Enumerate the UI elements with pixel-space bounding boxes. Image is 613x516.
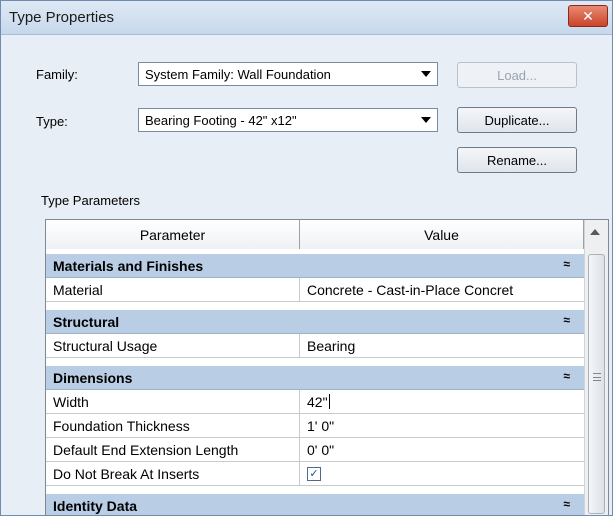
table-row[interactable]: Foundation Thickness 1' 0" <box>46 414 584 438</box>
group-label: Identity Data <box>53 497 138 514</box>
table-row[interactable]: Width 42" <box>46 390 584 414</box>
family-label: Family: <box>36 67 78 82</box>
family-dropdown[interactable]: System Family: Wall Foundation <box>138 62 438 86</box>
param-name: Structural Usage <box>46 334 300 357</box>
collapse-icon[interactable]: ≈ <box>563 257 570 271</box>
scroll-thumb[interactable] <box>588 254 605 514</box>
close-icon: ✕ <box>582 7 594 24</box>
param-value[interactable]: ✓ <box>300 462 584 485</box>
vertical-scrollbar[interactable] <box>584 220 608 515</box>
header-parameter[interactable]: Parameter <box>46 220 300 249</box>
duplicate-button-label: Duplicate... <box>484 112 550 128</box>
width-input[interactable]: 42" <box>307 394 328 410</box>
table-row[interactable]: Structural Usage Bearing <box>46 334 584 358</box>
duplicate-button[interactable]: Duplicate... <box>457 107 577 133</box>
group-label: Materials and Finishes <box>53 257 204 274</box>
param-name: Width <box>46 390 300 413</box>
group-label: Structural <box>53 313 120 330</box>
collapse-icon[interactable]: ≈ <box>563 369 570 383</box>
rename-button-label: Rename... <box>487 152 547 168</box>
type-parameters-grid: Parameter Value Materials and Finishes ≈… <box>45 219 609 515</box>
table-row[interactable]: Material Concrete - Cast-in-Place Concre… <box>46 278 584 302</box>
grid-header: Parameter Value <box>46 220 584 249</box>
type-dropdown-value: Bearing Footing - 42" x12" <box>145 112 297 128</box>
param-value[interactable]: 1' 0" <box>300 414 584 437</box>
param-value[interactable]: Bearing <box>300 334 584 357</box>
scroll-up-icon[interactable] <box>590 229 600 235</box>
group-structural[interactable]: Structural ≈ <box>46 310 584 334</box>
dialog-title: Type Properties <box>9 9 115 26</box>
dropdown-arrow-icon <box>421 117 431 123</box>
rename-button[interactable]: Rename... <box>457 147 577 173</box>
close-button[interactable]: ✕ <box>568 5 608 27</box>
table-row[interactable]: Do Not Break At Inserts ✓ <box>46 462 584 486</box>
param-name: Default End Extension Length <box>46 438 300 461</box>
param-name: Material <box>46 278 300 301</box>
do-not-break-checkbox[interactable]: ✓ <box>307 466 321 481</box>
text-caret <box>328 394 330 409</box>
load-button-label: Load... <box>497 67 537 83</box>
dropdown-arrow-icon <box>421 71 431 77</box>
param-value-editing[interactable]: 42" <box>300 390 584 413</box>
group-dimensions[interactable]: Dimensions ≈ <box>46 366 584 390</box>
type-dropdown[interactable]: Bearing Footing - 42" x12" <box>138 108 438 132</box>
type-label: Type: <box>36 114 68 129</box>
collapse-icon[interactable]: ≈ <box>563 497 570 511</box>
type-parameters-heading: Type Parameters <box>41 193 140 208</box>
group-label: Dimensions <box>53 369 133 386</box>
param-value[interactable]: 0' 0" <box>300 438 584 461</box>
checkmark-icon: ✓ <box>309 468 319 480</box>
grip-icon <box>593 373 601 381</box>
header-value[interactable]: Value <box>300 220 584 249</box>
group-identity-data[interactable]: Identity Data ≈ <box>46 494 584 515</box>
type-properties-dialog: Type Properties ✕ Family: System Family:… <box>0 0 613 516</box>
param-name: Do Not Break At Inserts <box>46 462 300 485</box>
family-dropdown-value: System Family: Wall Foundation <box>145 66 331 82</box>
table-row[interactable]: Default End Extension Length 0' 0" <box>46 438 584 462</box>
group-materials-and-finishes[interactable]: Materials and Finishes ≈ <box>46 254 584 278</box>
title-bar: Type Properties ✕ <box>1 1 612 35</box>
param-name: Foundation Thickness <box>46 414 300 437</box>
collapse-icon[interactable]: ≈ <box>563 313 570 327</box>
load-button[interactable]: Load... <box>457 62 577 88</box>
param-value[interactable]: Concrete - Cast-in-Place Concret <box>300 278 584 301</box>
